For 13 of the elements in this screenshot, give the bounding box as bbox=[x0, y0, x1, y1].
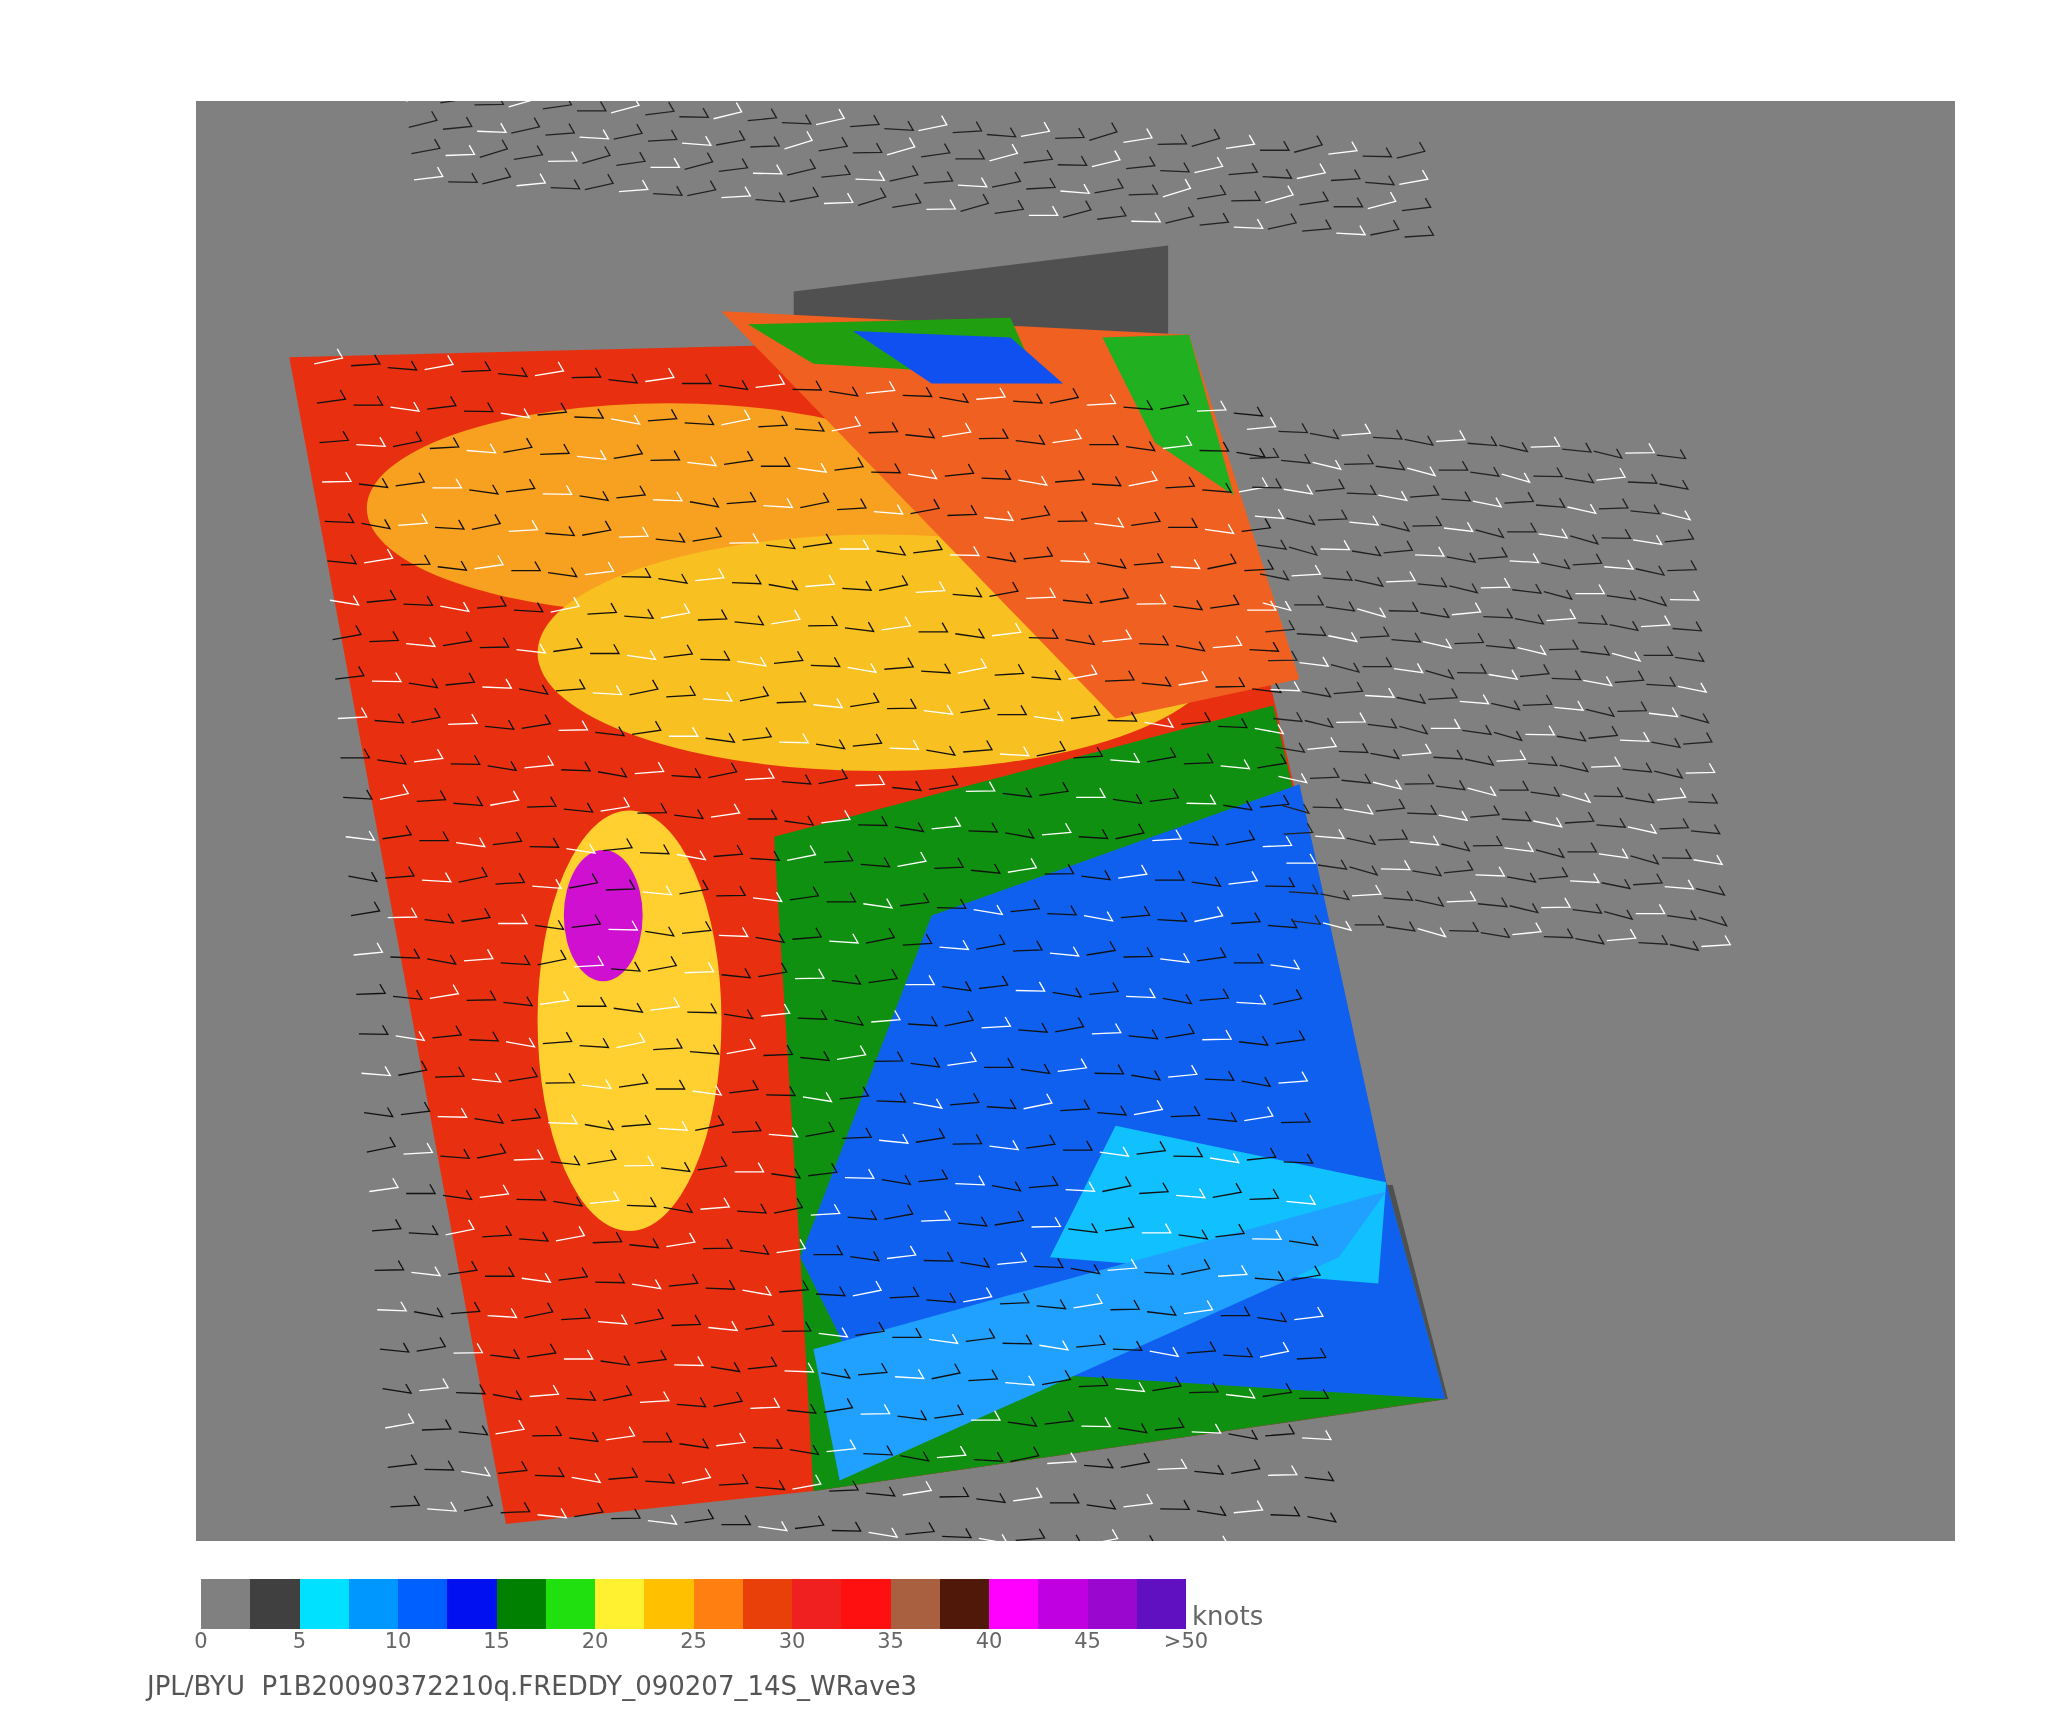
tick-label: 20 bbox=[581, 1629, 609, 1653]
image-caption: JPL/BYU P1B20090372210q.FREDDY_090207_14S_WRave3 bbox=[147, 1671, 919, 1701]
tick-label: 40 bbox=[975, 1629, 1003, 1653]
tick-label: 15 bbox=[483, 1629, 510, 1653]
tick-label: 35 bbox=[877, 1629, 904, 1653]
tick-label: 30 bbox=[778, 1629, 806, 1653]
tick-label: 25 bbox=[680, 1629, 707, 1653]
unit-label: knots bbox=[1192, 1603, 1264, 1629]
tick-label: 45 bbox=[1074, 1629, 1101, 1653]
tick-label: >50 bbox=[1163, 1629, 1209, 1653]
tick-label: 0 bbox=[194, 1629, 208, 1653]
tick-label: 10 bbox=[384, 1629, 412, 1653]
tick-label: 5 bbox=[292, 1629, 307, 1653]
